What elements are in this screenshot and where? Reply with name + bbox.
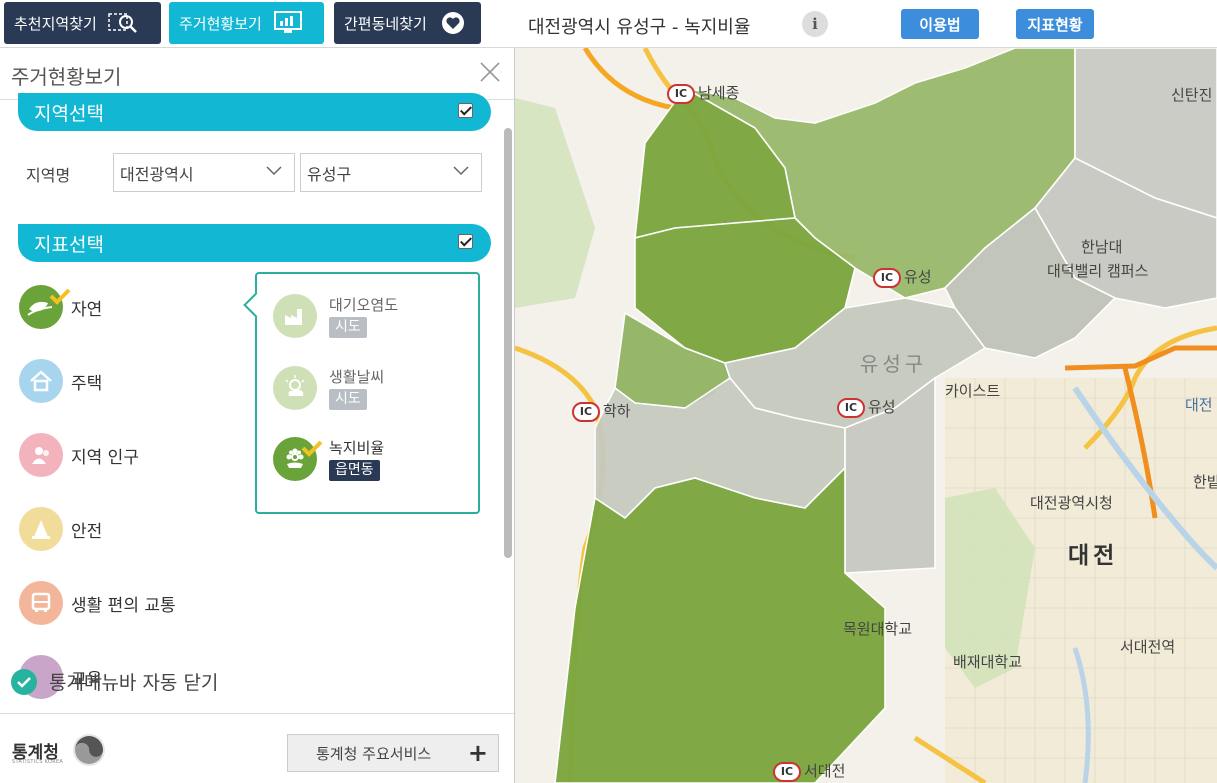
sigungu-select[interactable]: 유성구	[300, 153, 482, 192]
ic-marker-icon: IC	[572, 401, 600, 422]
map-label-paichai: 배재대학교	[953, 653, 1023, 671]
indicator-nature-label: 자연	[71, 299, 103, 320]
housing-status-button[interactable]: 주거현황보기	[169, 2, 324, 44]
ic-marker-icon: IC	[837, 397, 865, 418]
selected-check-icon	[301, 440, 323, 457]
map-label-daejeon-cityhall: 대전광역시청	[1030, 494, 1113, 512]
map-label-ic-seodaejeon: IC 서대전	[773, 760, 845, 782]
flower-icon	[273, 437, 323, 481]
panel-footer: 통계청 STATISTICS KOREA 통계청 주요서비스 +	[0, 713, 514, 783]
region-name-label: 지역명	[26, 166, 71, 185]
map-label-seodaejeon-station: 서대전역	[1120, 638, 1176, 656]
recommend-region-button[interactable]: 추천지역찾기	[4, 2, 161, 44]
weather-tag: 시도	[329, 389, 367, 410]
indicator-convenience-label: 생활 편의 교통	[71, 595, 176, 616]
main-services-button[interactable]: 통계청 주요서비스 +	[287, 734, 499, 772]
indicator-safety[interactable]: 안전	[19, 507, 102, 551]
map-label-daejeon: 대전	[1068, 543, 1119, 569]
house-icon	[19, 359, 63, 403]
panel-scrollbar[interactable]	[504, 128, 512, 558]
map-label-sintanjin: 신탄진	[1171, 86, 1213, 104]
sub-indicator-weather[interactable]: 생활날씨 시도	[273, 366, 384, 410]
info-icon[interactable]: i	[802, 11, 828, 37]
panel-title: 주거현황보기	[11, 65, 122, 89]
top-toolbar: 추천지역찾기 주거현황보기 간편동네찾기 대전광역시 유성구 - 녹지비율 i …	[0, 0, 1217, 48]
map-label-mokwon: 목원대학교	[843, 620, 913, 638]
close-icon[interactable]	[478, 60, 502, 84]
map-label-text: 유성	[904, 268, 932, 286]
auto-close-label: 통계메뉴바 자동 닫기	[49, 672, 219, 694]
housing-status-panel: 주거현황보기 지역선택 지역명 대전광역시 유성구 지표선택 자연 주택 지역 …	[0, 48, 515, 783]
factory-icon	[273, 294, 317, 338]
nature-leaf-icon	[19, 285, 71, 329]
indicator-population[interactable]: 지역 인구	[19, 433, 139, 477]
map-label-text: 학하	[603, 402, 631, 420]
indicator-population-label: 지역 인구	[71, 447, 139, 468]
page-title: 대전광역시 유성구 - 녹지비율	[528, 17, 751, 38]
sido-select[interactable]: 대전광역시	[113, 153, 295, 192]
region-section-checkbox[interactable]	[458, 103, 473, 118]
check-circle-icon	[11, 668, 37, 695]
map-label-text: 남세종	[698, 84, 740, 102]
green-ratio-label: 녹지비율	[329, 439, 385, 457]
map-label-hannam: 한남대	[1081, 238, 1123, 256]
indicator-convenience[interactable]: 생활 편의 교통	[19, 581, 176, 625]
sub-indicator-green-ratio[interactable]: 녹지비율 읍면동	[273, 437, 384, 481]
weather-label: 생활날씨	[329, 368, 385, 386]
map-label-daedeok-valley: 대덕밸리 캠퍼스	[1047, 262, 1149, 280]
map-label-ic-nasejong: IC 남세종	[667, 82, 739, 104]
map-label-ic-yuseong-2: IC 유성	[837, 396, 896, 418]
indicator-status-button[interactable]: 지표현황	[1016, 9, 1094, 39]
easy-neighborhood-label: 간편동네찾기	[344, 14, 427, 33]
indicator-safety-label: 안전	[71, 521, 103, 542]
map-label-ic-hakha: IC 학하	[572, 400, 631, 422]
air-pollution-tag: 시도	[329, 317, 367, 338]
indicator-housing-label: 주택	[71, 373, 103, 394]
region-section-header[interactable]: 지역선택	[18, 93, 491, 131]
recommend-region-label: 추천지역찾기	[14, 14, 97, 33]
air-pollution-label: 대기오염도	[329, 296, 399, 314]
cone-icon	[19, 507, 63, 551]
map-label-kaist: 카이스트	[945, 382, 1001, 400]
sub-indicator-air-pollution[interactable]: 대기오염도 시도	[273, 294, 398, 338]
map-label-hanbat: 한밭	[1193, 473, 1217, 491]
map-label-text: 유성	[868, 398, 896, 416]
indicator-nature[interactable]: 자연	[19, 285, 102, 329]
indicator-housing[interactable]: 주택	[19, 359, 102, 403]
green-ratio-tag: 읍면동	[329, 460, 380, 481]
chevron-down-icon	[266, 166, 282, 176]
map-label-daejeon-right: 대전	[1185, 396, 1213, 414]
kostat-emblem-icon	[73, 734, 105, 766]
ic-marker-icon: IC	[667, 83, 695, 104]
help-button[interactable]: 이용법	[901, 9, 979, 39]
popup-arrow	[243, 292, 269, 318]
selected-check-icon	[49, 288, 71, 305]
auto-close-toggle[interactable]: 통계메뉴바 자동 닫기	[11, 668, 218, 695]
sun-cloud-icon	[273, 366, 317, 410]
search-region-icon	[105, 9, 141, 37]
region-section-label: 지역선택	[34, 102, 104, 125]
plus-icon: +	[467, 739, 488, 767]
housing-status-label: 주거현황보기	[179, 14, 262, 33]
ic-marker-icon: IC	[873, 267, 901, 288]
kostat-logo-subtext: STATISTICS KOREA	[12, 759, 64, 765]
ic-marker-icon: IC	[773, 761, 801, 782]
map-label-yuseong-gu: 유성구	[860, 352, 928, 376]
map-label-ic-yuseong: IC 유성	[873, 266, 932, 288]
indicator-section-label: 지표선택	[34, 233, 104, 256]
monitor-chart-icon	[270, 9, 306, 37]
map-label-text: 서대전	[804, 762, 846, 780]
map-view[interactable]: IC 남세종 IC 유성 IC 유성 IC 학하 IC 서대전 한남대 대덕밸리 캠퍼스 …	[515, 48, 1217, 783]
indicator-section-checkbox[interactable]	[458, 234, 473, 249]
bus-icon	[19, 581, 63, 625]
indicator-section-header[interactable]: 지표선택	[18, 224, 491, 262]
sub-indicator-popup: 대기오염도 시도 생활날씨 시도 녹지비율 읍면동	[243, 272, 480, 514]
people-icon	[19, 433, 63, 477]
chevron-down-icon	[453, 166, 469, 176]
easy-neighborhood-button[interactable]: 간편동네찾기	[334, 2, 481, 44]
main-services-label: 통계청 주요서비스	[316, 744, 432, 763]
heart-icon	[435, 9, 471, 37]
sido-value: 대전광역시	[120, 164, 194, 184]
sigungu-value: 유성구	[307, 164, 352, 184]
